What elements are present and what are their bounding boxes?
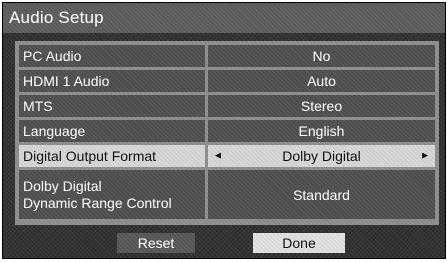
setting-value[interactable]: Auto	[208, 70, 435, 92]
reset-button[interactable]: Reset	[117, 233, 195, 253]
setting-label: MTS	[19, 95, 205, 117]
setting-value-text: Dolby Digital	[282, 148, 361, 164]
left-arrow-icon[interactable]: ◄	[213, 151, 223, 162]
setting-label-line1: Dolby Digital	[23, 177, 102, 194]
setting-row-dynamic-range-control[interactable]: Dolby Digital Dynamic Range Control Stan…	[19, 170, 435, 219]
setting-label: Language	[19, 120, 205, 142]
setting-value[interactable]: ◄ Dolby Digital ►	[208, 145, 435, 167]
setting-value[interactable]: English	[208, 120, 435, 142]
right-arrow-icon[interactable]: ►	[420, 151, 430, 162]
setting-value[interactable]: Standard	[208, 170, 435, 219]
setting-label: Dolby Digital Dynamic Range Control	[19, 170, 205, 219]
settings-panel: PC Audio No HDMI 1 Audio Auto MTS Stereo…	[15, 41, 439, 225]
setting-row-hdmi1-audio[interactable]: HDMI 1 Audio Auto	[19, 70, 435, 92]
setting-row-digital-output-format[interactable]: Digital Output Format ◄ Dolby Digital ►	[19, 145, 435, 167]
audio-setup-window: Audio Setup PC Audio No HDMI 1 Audio Aut…	[2, 2, 446, 259]
done-button[interactable]: Done	[253, 233, 345, 253]
setting-label: HDMI 1 Audio	[19, 70, 205, 92]
setting-label: PC Audio	[19, 45, 205, 67]
title-bar: Audio Setup	[3, 3, 445, 33]
setting-label-line2: Dynamic Range Control	[23, 194, 172, 211]
setting-row-mts[interactable]: MTS Stereo	[19, 95, 435, 117]
setting-row-language[interactable]: Language English	[19, 120, 435, 142]
setting-label: Digital Output Format	[19, 145, 205, 167]
setting-row-pc-audio[interactable]: PC Audio No	[19, 45, 435, 67]
window-title: Audio Setup	[9, 8, 104, 27]
setting-value[interactable]: Stereo	[208, 95, 435, 117]
setting-value[interactable]: No	[208, 45, 435, 67]
